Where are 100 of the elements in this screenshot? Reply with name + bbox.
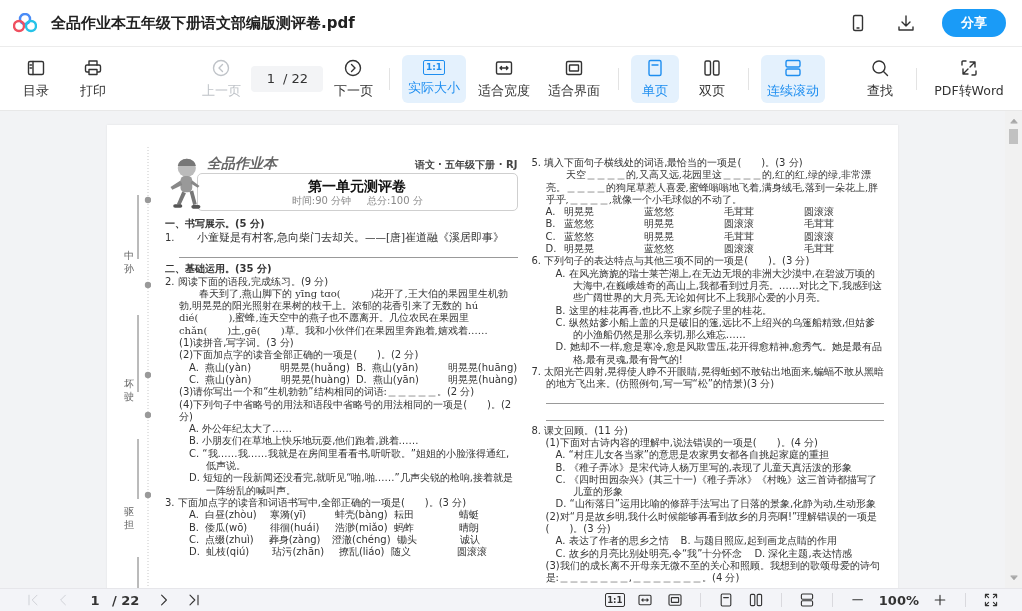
option-text: B. [356,361,367,374]
plus-icon [932,592,948,608]
option-text: 蓝悠悠 [563,218,595,231]
choice-text: B. 《稚子弄冰》是宋代诗人杨万里写的,表现了儿童天真活泼的形象 [554,461,853,474]
option-text: 燕山(yàn) [204,361,253,374]
choice-text: D. 短短的一段新闻还没看完,就听见“啪,啪……”几声尖锐的枪响,接着就是一阵纷乱的喊叫声。 [188,472,514,497]
option-text: 明晃晃(huǎng) [280,361,351,374]
option-text: 毛茸茸 [803,243,835,256]
binding-label: 驱担 [124,505,134,531]
option-text: D. [545,243,558,256]
exam-info: 时间:90 分钟 [291,195,352,208]
print-button[interactable]: 打印 [69,54,117,103]
option-text: B. [189,521,200,534]
choice-text: A. 外公年纪太大了…… [188,423,294,435]
option-text: 澄澈(chéng) [332,533,391,546]
option-text: 随义 [390,546,412,559]
convert-icon [959,57,979,78]
option-text: 蚌壳(bàng) [334,509,388,522]
printer-icon [83,57,103,78]
section-heading: 二、基础运用。(35 分) [165,263,273,276]
choice-text: C. 《四时田园杂兴》(其三十一)《稚子弄冰》《村晚》这三首诗都描写了儿童的形象 [554,473,878,498]
contents-button[interactable]: 目录 [12,54,60,103]
choice-text: B. 小朋友们在草地上快乐地玩耍,他们跑着,跳着…… [188,435,420,448]
option-text: 白昼(zhòu) [204,509,258,522]
option-text: A. [189,509,199,522]
option-text: A. 表达了作者的思乡之情 [555,535,669,548]
option-text: 圆滚滚 [803,230,835,243]
minus-icon [852,599,864,601]
choice-text: C. 纵然姑爹小船上盖的只是破旧的篷,远比不上绍兴的乌篷船精致,但姑爹的小渔船仍然是那么亲切,那么难忘…… [554,316,877,341]
option-text: A. [545,206,557,219]
logo-icon [13,13,37,33]
exam-info: 总分:100 分 [367,195,423,208]
option-text: 毛茸茸 [723,206,755,218]
question-text: 3. 下面加点字的读音和词语书写中,全部正确的一项是( )。(3 分) [165,496,468,509]
option-text: 点缀(zhuì) [205,533,255,546]
option-text: C. [545,230,557,244]
question-text: 2. 阅读下面的语段,完成练习。(9 分) [165,275,330,288]
option-text: 葬身(zàng) [268,533,322,546]
option-text: 明晃晃(huāng) [447,361,518,374]
section-heading: 一、书写展示。(5 分) [165,218,266,231]
option-text: 燕山(yān) [372,373,420,387]
option-text: 蓝悠悠 [563,230,595,244]
fit-width-button[interactable]: 适合宽度 [472,54,536,103]
option-text: A. [189,361,199,374]
option-text: 耘田 [393,509,415,522]
option-text: 明晃晃 [643,230,675,243]
double-page-button[interactable]: 双页 [688,54,736,103]
question-text: 5. 填入下面句子横线处的词语,最恰当的一项是( )。(3 分) [531,157,804,169]
two-column-icon [702,57,722,78]
option-text: 明晃晃(huàng) [280,373,350,386]
option-text: 锄头 [396,533,418,546]
zoom-level: 100% [878,592,919,608]
subquestion-text: (3)请你写出一个和“生机勃勃”结构相同的词语:＿＿＿＿＿。(2 分) [178,386,476,399]
two-column-icon [747,592,764,608]
circle-arrow-left-icon [211,57,231,78]
scroll-thumb[interactable] [1009,129,1018,144]
question-number: 1. [165,231,175,246]
option-text: B. 与题目照应,起到画龙点睛的作用 [680,535,838,548]
option-text: 明晃晃 [643,218,675,231]
option-text: 玷污(zhān) [272,546,326,559]
choice-text: A. 在风光旖旎的瑞士莱芒湖上,在无边无垠的非洲大沙漠中,在碧波万顷的大海中,在巍峨雄奇的高山上,我都看到过月亮。……对比之下,我感到这些广阔世界的大月亮,无论如何比不上我那心爱的小月亮。 [554,267,884,305]
convert-button[interactable]: PDF转Word [929,54,1009,103]
stacked-pages-icon [798,592,815,608]
option-text: 圆滚滚 [803,206,835,218]
binding-label: 坏驶 [124,377,134,403]
option-text: 徘徊(huái) [270,521,321,534]
page-count: / 22 [112,592,140,608]
option-text: 圆滚滚 [723,218,755,231]
subquestion-text: (4)下列句子中省略号的用法和语段中省略号的用法相同的一项是( )。(2 分) [178,398,513,424]
passage-text: 天空＿＿＿＿的,又高又远,花园里这＿＿＿＿的,红的红,绿的绿,非常漂亮。＿＿＿＿的狗尾草惹人喜爱,蜜蜂嗡嗡地飞着,满身绒毛,落到一朵花上,胖乎乎,＿＿＿＿,就像一个小毛球似的不动了。 [544,169,880,206]
fit-page-button[interactable]: 适合界面 [542,54,606,103]
next-page-button[interactable]: 下一页 [329,54,377,103]
poem-text: 小童疑是有村客,急向柴门去却关。——[唐]崔道融《溪居即事》 [196,230,505,246]
search-icon [870,57,890,78]
option-text: 圆滚滚 [723,243,755,256]
option-text: 毛茸茸 [723,230,755,243]
option-text: C. [189,373,200,387]
option-text: 倭瓜(wō) [205,521,249,534]
option-text: 撩乱(liáo) [338,546,385,559]
find-button[interactable]: 查找 [856,54,904,103]
option-text: D. [355,373,367,387]
option-text: 明晃晃 [563,243,595,256]
choice-text: D. “山衔落日”运用比喻的修辞手法写出了日落的景象,化静为动,生动形象 [554,498,878,511]
option-text: 蜻蜓 [458,509,480,522]
choice-text: B. 这里的桂花再香,也比不上家乡院子里的桂花。 [554,304,773,317]
page-count: / 22 [283,65,323,92]
circle-arrow-right-icon [343,57,363,78]
page-number-field[interactable]: 1 [251,65,283,92]
choice-text: A. “村庄儿女各当家”的意思是农家男女都各自挑起家庭的重担 [554,449,830,462]
option-text: 燕山(yān) [372,361,420,374]
page-number-field[interactable]: 1 [88,592,102,608]
first-page-icon [25,592,41,608]
choice-text: C. “我……我……我就是在房间里看看书,听听歌。”姐姐的小脸涨得通红,低声说。 [188,447,511,472]
brand-title: 全品作业本 [207,157,277,170]
download-icon [896,13,916,33]
question-text: 8. 课文回顾。(11 分) [531,424,629,437]
scrollbar[interactable] [1005,111,1022,588]
option-text: 寒漪(yī) [269,509,308,522]
fullscreen-icon [983,592,999,608]
option-text: C. [189,533,200,547]
